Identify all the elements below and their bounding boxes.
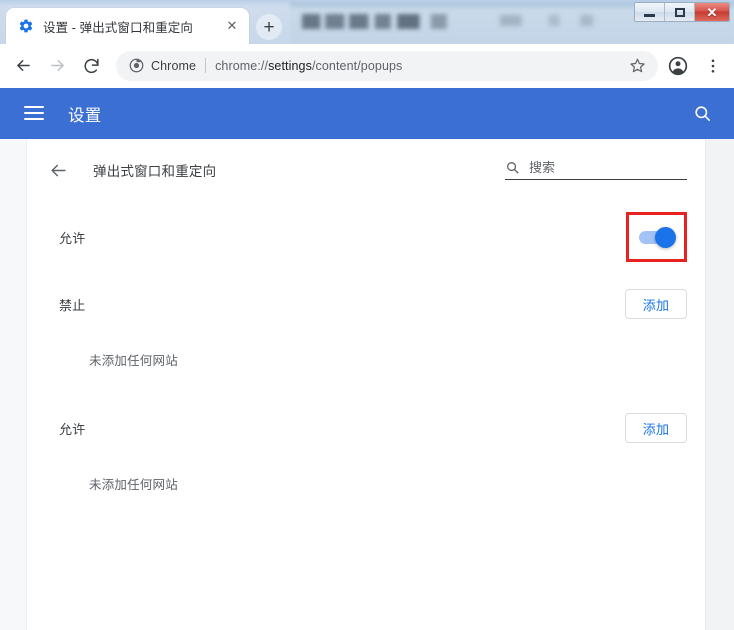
omnibox-url-suffix: /content/popups [311,58,403,73]
page-heading-row: 弹出式窗口和重定向 [27,139,705,201]
settings-search-field[interactable] [505,160,687,180]
master-toggle-row: 允许 [27,201,705,273]
page-title: 弹出式窗口和重定向 [93,164,217,179]
back-button[interactable] [8,51,38,81]
hamburger-menu-icon[interactable] [24,106,44,121]
minimize-icon [644,14,655,17]
page-back-arrow-icon[interactable] [39,161,77,180]
add-allowed-site-button[interactable]: 添加 [625,413,687,443]
omnibox-separator [205,58,207,73]
settings-page-body: 弹出式窗口和重定向 允许 [0,139,734,630]
new-tab-button[interactable]: + [256,14,282,40]
chrome-logo-icon [129,58,144,73]
tab-strip: 设置 - 弹出式窗口和重定向 ✕ + ✕ [0,0,734,44]
three-dot-menu-icon[interactable] [698,51,728,81]
search-icon [505,160,520,175]
reload-button[interactable] [76,51,106,81]
browser-toolbar: Chrome chrome://settings/content/popups [0,44,734,88]
minimize-button[interactable] [635,3,665,21]
forward-arrow-icon [50,59,64,72]
section-allow-empty-text: 未添加任何网站 [89,477,178,492]
back-arrow-icon [16,59,30,72]
browser-tab-active[interactable]: 设置 - 弹出式窗口和重定向 ✕ [6,8,249,44]
omnibox-url: chrome://settings/content/popups [215,59,402,73]
master-toggle-container [626,212,687,262]
omnibox-url-prefix: chrome:// [215,58,269,73]
background-window-controls-blurred [500,15,605,26]
hamburger-line [24,112,44,114]
omnibox-url-bold: settings [268,58,312,73]
section-block: 禁止 添加 未添加任何网站 [27,273,705,383]
section-allow-header: 允许 添加 [27,397,705,459]
close-button[interactable]: ✕ [695,3,729,21]
section-block-empty-text: 未添加任何网站 [89,353,178,368]
bookmark-star-icon[interactable] [619,57,646,74]
profile-avatar-icon[interactable] [663,51,693,81]
section-block-label: 禁止 [59,297,86,313]
tab-close-icon[interactable]: ✕ [223,17,241,35]
left-gutter [0,139,27,630]
section-block-header: 禁止 添加 [27,273,705,335]
toggle-knob [655,226,676,248]
forward-button [42,51,72,81]
maximize-button[interactable] [665,3,695,21]
browser-window: 设置 - 弹出式窗口和重定向 ✕ + ✕ Chrome chrome://set… [0,0,734,630]
header-search-icon[interactable] [690,102,714,126]
tab-title: 设置 - 弹出式窗口和重定向 [43,20,194,35]
hamburger-line [24,106,44,108]
add-blocked-site-button[interactable]: 添加 [625,289,687,319]
settings-header-bar: 设置 [0,88,734,139]
settings-title: 设置 [68,106,102,125]
hamburger-line [24,118,44,120]
close-icon: ✕ [706,4,718,20]
maximize-icon [674,7,685,17]
window-controls: ✕ [634,2,730,22]
right-gutter [705,139,734,630]
settings-gear-icon [18,18,34,34]
master-toggle-switch[interactable] [639,226,676,248]
background-window-title-blurred [302,14,462,29]
search-input[interactable] [529,160,687,175]
section-allow: 允许 添加 未添加任何网站 [27,397,705,507]
settings-content-card: 弹出式窗口和重定向 允许 [27,139,705,630]
section-allow-label: 允许 [59,421,86,437]
master-toggle-label: 允许 [59,230,86,246]
omnibox-scheme-label: Chrome [151,58,197,73]
address-bar[interactable]: Chrome chrome://settings/content/popups [116,50,658,81]
reload-icon [84,58,99,74]
